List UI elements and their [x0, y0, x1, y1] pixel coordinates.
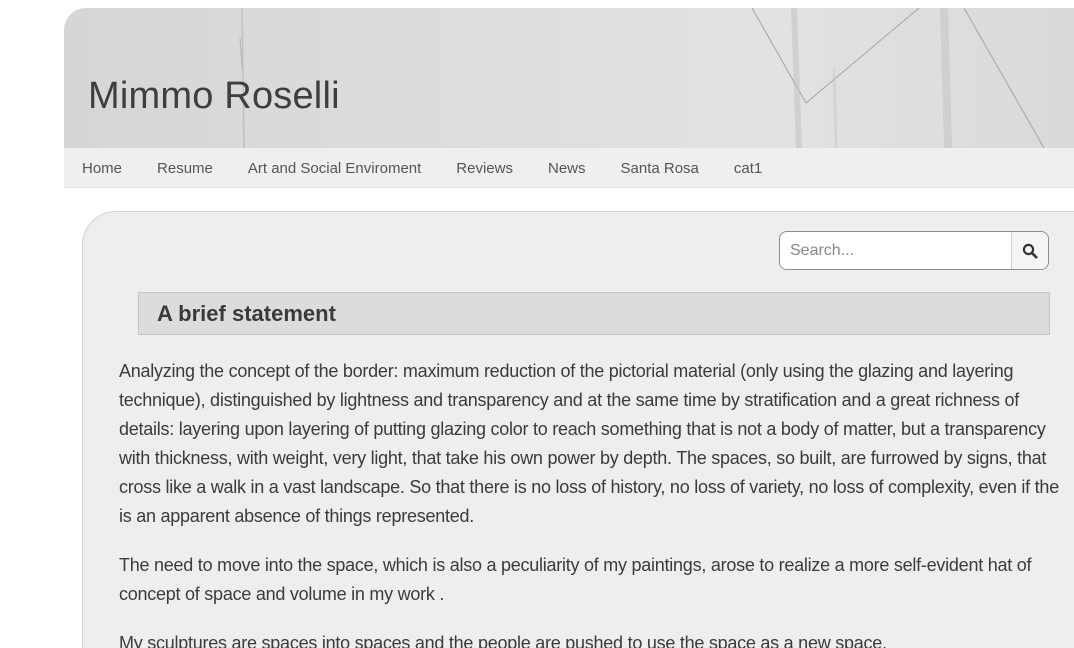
- site-title[interactable]: Mimmo Roselli: [88, 75, 340, 118]
- content-panel: A brief statement Analyzing the concept …: [82, 211, 1074, 648]
- section-title: A brief statement: [157, 300, 336, 326]
- article-body: Analyzing the concept of the border: max…: [119, 357, 1063, 648]
- nav-item-news[interactable]: News: [536, 160, 598, 177]
- nav-item-santa-rosa[interactable]: Santa Rosa: [609, 160, 711, 177]
- page: Mimmo Roselli Home Resume Art and Social…: [64, 8, 1074, 648]
- paragraph: The need to move into the space, which i…: [119, 555, 1032, 604]
- nav-item-home[interactable]: Home: [70, 160, 134, 177]
- nav-item-resume[interactable]: Resume: [145, 160, 225, 177]
- site-header: Mimmo Roselli: [64, 8, 1074, 148]
- search-icon: [1022, 243, 1038, 258]
- search-input[interactable]: [780, 232, 1011, 269]
- paragraph: My sculptures are spaces into spaces and…: [119, 633, 887, 648]
- search-form: [779, 231, 1049, 270]
- nav-item-cat1[interactable]: cat1: [722, 160, 774, 177]
- search-button[interactable]: [1011, 232, 1048, 269]
- section-heading: A brief statement: [138, 292, 1050, 335]
- main-nav: Home Resume Art and Social Enviroment Re…: [64, 148, 1074, 188]
- paragraph: Analyzing the concept of the border: max…: [119, 361, 1059, 526]
- nav-item-reviews[interactable]: Reviews: [444, 160, 525, 177]
- nav-item-art-and-social-enviroment[interactable]: Art and Social Enviroment: [236, 160, 433, 177]
